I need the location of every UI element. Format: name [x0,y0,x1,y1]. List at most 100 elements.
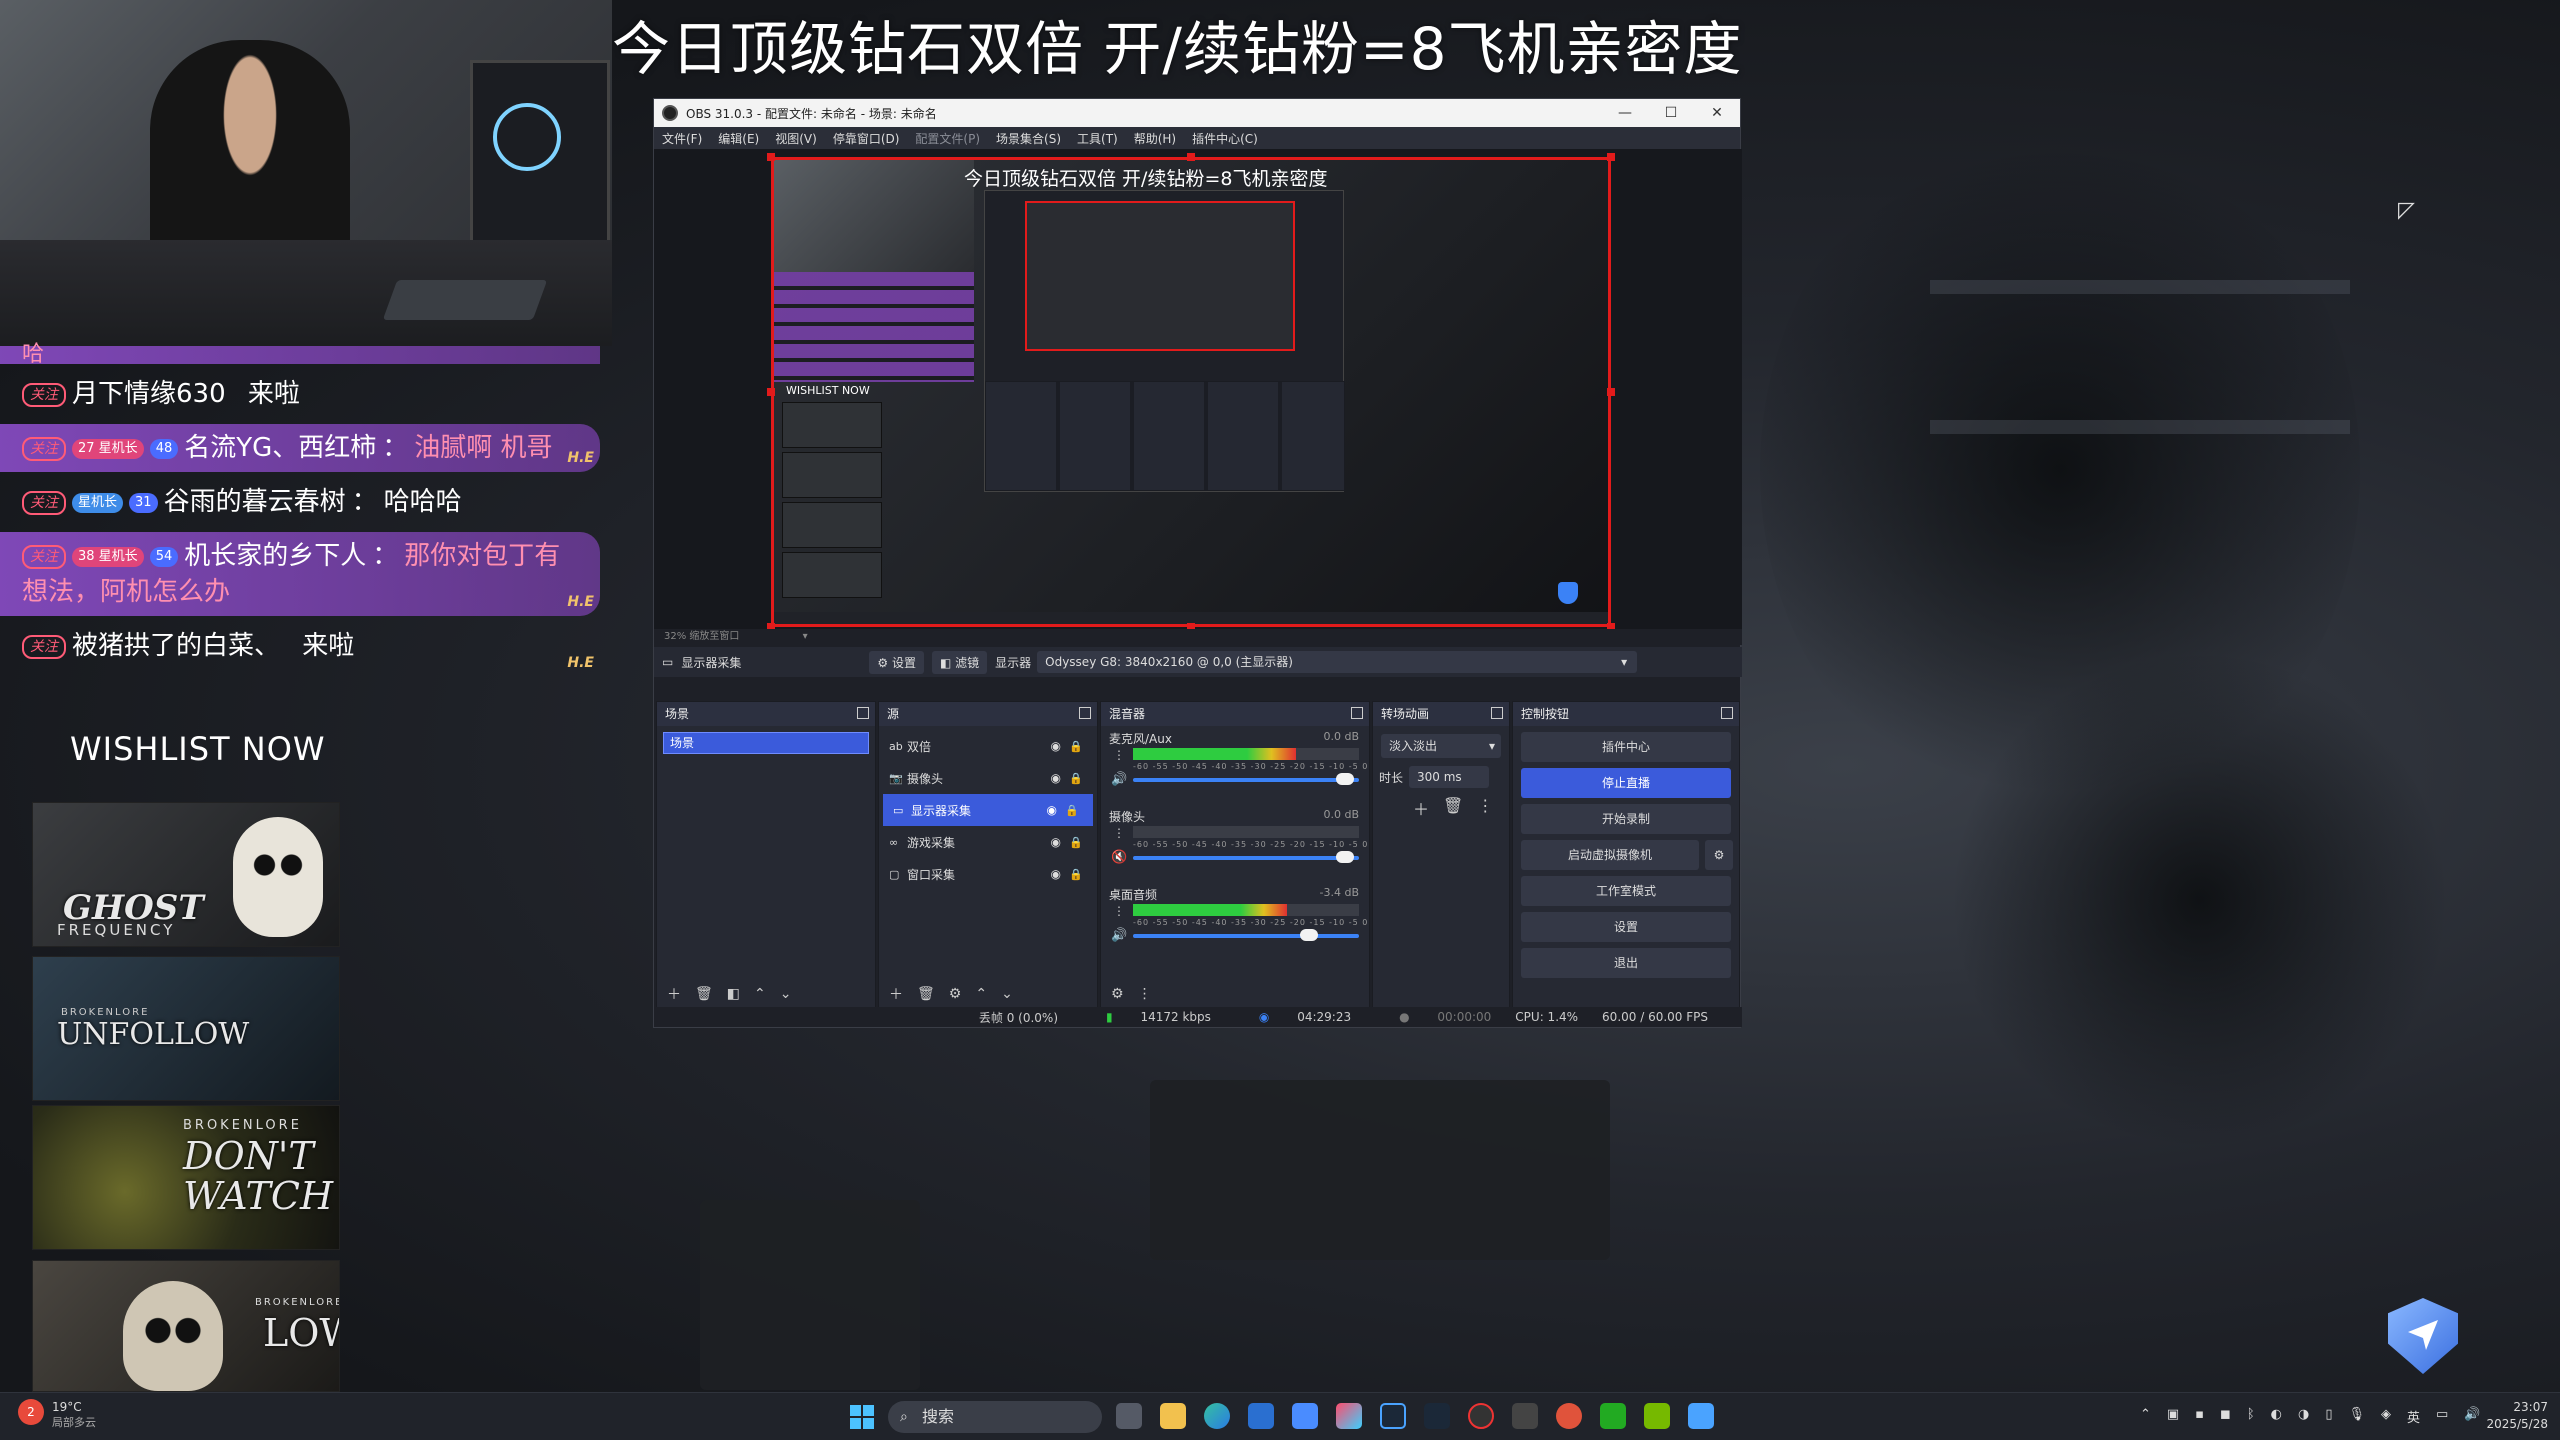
menu-item-5[interactable]: 场景集合(S) [996,130,1061,147]
shield-app-icon[interactable] [2388,1298,2458,1374]
duration-input[interactable]: 300 ms [1409,766,1490,788]
tray-app-icon[interactable]: ◐ [2271,1407,2282,1426]
volume-icon[interactable]: 🔊 [2464,1407,2480,1426]
move-up-icon[interactable]: ⌃ [975,986,987,1002]
source-item[interactable]: 📷 摄像头 ◉ 🔒 [879,762,1097,794]
menu-item-3[interactable]: 停靠窗口(D) [833,130,900,147]
menu-item-0[interactable]: 文件(F) [662,130,702,147]
steam-icon[interactable] [1424,1403,1450,1429]
menu-item-6[interactable]: 工具(T) [1077,130,1118,147]
control-button-3[interactable]: 启动虚拟摄像机 ⚙ [1521,840,1733,870]
input-method[interactable]: 英 [2407,1407,2420,1426]
menu-item-1[interactable]: 编辑(E) [718,130,759,147]
tray-expand-icon[interactable]: ⌃ [2140,1407,2151,1426]
shield-app-taskbar-icon[interactable] [1292,1403,1318,1429]
menu-item-4[interactable]: 配置文件(P) [915,130,980,147]
channel-menu-icon[interactable]: ⋮ [1113,748,1125,762]
tray-app-icon[interactable]: ◑ [2298,1407,2309,1426]
volume-fader[interactable] [1133,929,1359,941]
lock-icon[interactable]: 🔒 [1069,772,1083,785]
control-button-6[interactable]: 退出 [1521,948,1731,978]
mixer-settings-icon[interactable]: ⚙ [1111,986,1124,1002]
lock-icon[interactable]: 🔒 [1069,740,1083,753]
add-transition-icon[interactable]: ＋ [1413,796,1429,820]
menu-item-8[interactable]: 插件中心(C) [1192,130,1258,147]
volume-fader[interactable] [1133,773,1359,785]
resize-handle[interactable] [767,388,775,396]
lock-icon[interactable]: 🔒 [1065,804,1079,817]
nvidia-icon[interactable] [1644,1403,1670,1429]
scene-item[interactable]: 场景 [663,732,869,754]
delete-transition-icon[interactable]: 🗑 [1443,796,1463,820]
file-explorer-icon[interactable] [1160,1403,1186,1429]
virtual-camera-settings-icon[interactable]: ⚙ [1705,840,1733,870]
undock-icon[interactable] [1491,707,1503,719]
taskbar-clock[interactable]: 23:07 2025/5/28 [2482,1399,2548,1433]
mic-icon[interactable]: 🎙 [2348,1407,2365,1426]
menu-item-7[interactable]: 帮助(H) [1134,130,1176,147]
close-button[interactable]: ✕ [1694,105,1740,121]
volume-fader[interactable] [1133,851,1359,863]
add-source-icon[interactable]: ＋ [889,984,903,1004]
app-x-icon[interactable] [1336,1403,1362,1429]
fader-knob[interactable] [1300,929,1319,941]
speaker-icon[interactable]: 🔊 [1111,928,1127,943]
move-down-icon[interactable]: ⌄ [780,986,792,1002]
bluetooth-icon[interactable]: ᛒ [2247,1407,2255,1426]
control-button-5[interactable]: 设置 [1521,912,1731,942]
resize-handle[interactable] [1187,153,1195,161]
source-item[interactable]: ▭ 显示器采集 ◉ 🔒 [883,794,1093,826]
resize-handle[interactable] [767,153,775,161]
channel-menu-icon[interactable]: ⋮ [1113,826,1125,840]
start-button[interactable] [850,1405,874,1429]
obs-taskbar-icon[interactable] [1468,1403,1494,1429]
control-button-1[interactable]: 停止直播 [1521,768,1731,798]
app-tool-icon[interactable] [1512,1403,1538,1429]
undock-icon[interactable] [857,707,869,719]
edge-browser-icon[interactable] [1204,1403,1230,1429]
tray-app-icon[interactable]: ▣ [2167,1407,2179,1426]
eye-icon[interactable]: ◉ [1047,803,1057,817]
control-button-0[interactable]: 插件中心 [1521,732,1731,762]
muted-speaker-icon[interactable]: 🔇 [1111,850,1127,865]
lock-icon[interactable]: 🔒 [1069,868,1083,881]
source-item[interactable]: ▢ 窗口采集 ◉ 🔒 [879,858,1097,890]
task-view-icon[interactable] [1116,1403,1142,1429]
terminal-icon[interactable] [1600,1403,1626,1429]
battery-icon[interactable]: ▯ [2325,1407,2332,1426]
scene-filter-icon[interactable]: ◧ [727,986,740,1002]
source-properties-icon[interactable]: ⚙ [949,986,962,1002]
fader-knob[interactable] [1336,773,1355,785]
lock-icon[interactable]: 🔒 [1069,836,1083,849]
eye-icon[interactable]: ◉ [1051,835,1061,849]
app-red-icon[interactable] [1556,1403,1582,1429]
menu-item-2[interactable]: 视图(V) [775,130,817,147]
network-icon[interactable]: ▭ [2436,1407,2448,1426]
undock-icon[interactable] [1079,707,1091,719]
tray-app-icon[interactable]: ◼ [2220,1407,2231,1426]
taskbar-search[interactable]: ⌕ 搜索 [888,1401,1102,1433]
undock-icon[interactable] [1721,707,1733,719]
zoom-label[interactable]: 32% 缩放至窗口 [664,631,739,642]
delete-source-icon[interactable]: 🗑 [917,986,935,1002]
source-filters-button[interactable]: ◧ 滤镜 [931,650,988,674]
resize-handle[interactable] [1607,153,1615,161]
preview-canvas[interactable]: WISHLIST NOW 今日顶级钻石双倍 开/续钻粉=8飞机亲密度 [771,157,1611,627]
source-settings-button[interactable]: ⚙ 设置 [869,650,924,674]
move-up-icon[interactable]: ⌃ [754,986,766,1002]
store-icon[interactable] [1248,1403,1274,1429]
display-select[interactable]: Odyssey G8: 3840x2160 @ 0,0 (主显示器) [1037,651,1638,673]
control-button-4[interactable]: 工作室模式 [1521,876,1731,906]
move-down-icon[interactable]: ⌄ [1001,986,1013,1002]
source-item[interactable]: ab 双倍 ◉ 🔒 [879,730,1097,762]
obs-preview[interactable]: WISHLIST NOW 今日顶级钻石双倍 开/续钻粉=8飞机亲密度 [654,149,1742,631]
resize-handle[interactable] [1607,388,1615,396]
eye-icon[interactable]: ◉ [1051,771,1061,785]
zoom-dropdown-icon[interactable]: ▾ [803,631,808,642]
minimize-button[interactable]: — [1602,105,1648,121]
transition-select[interactable]: 淡入淡出 [1381,734,1501,758]
notepad-icon[interactable] [1688,1403,1714,1429]
tray-app-icon[interactable]: ▪ [2195,1407,2204,1426]
delete-scene-icon[interactable]: 🗑 [695,986,713,1002]
transition-menu-icon[interactable]: ⋮ [1477,796,1493,820]
